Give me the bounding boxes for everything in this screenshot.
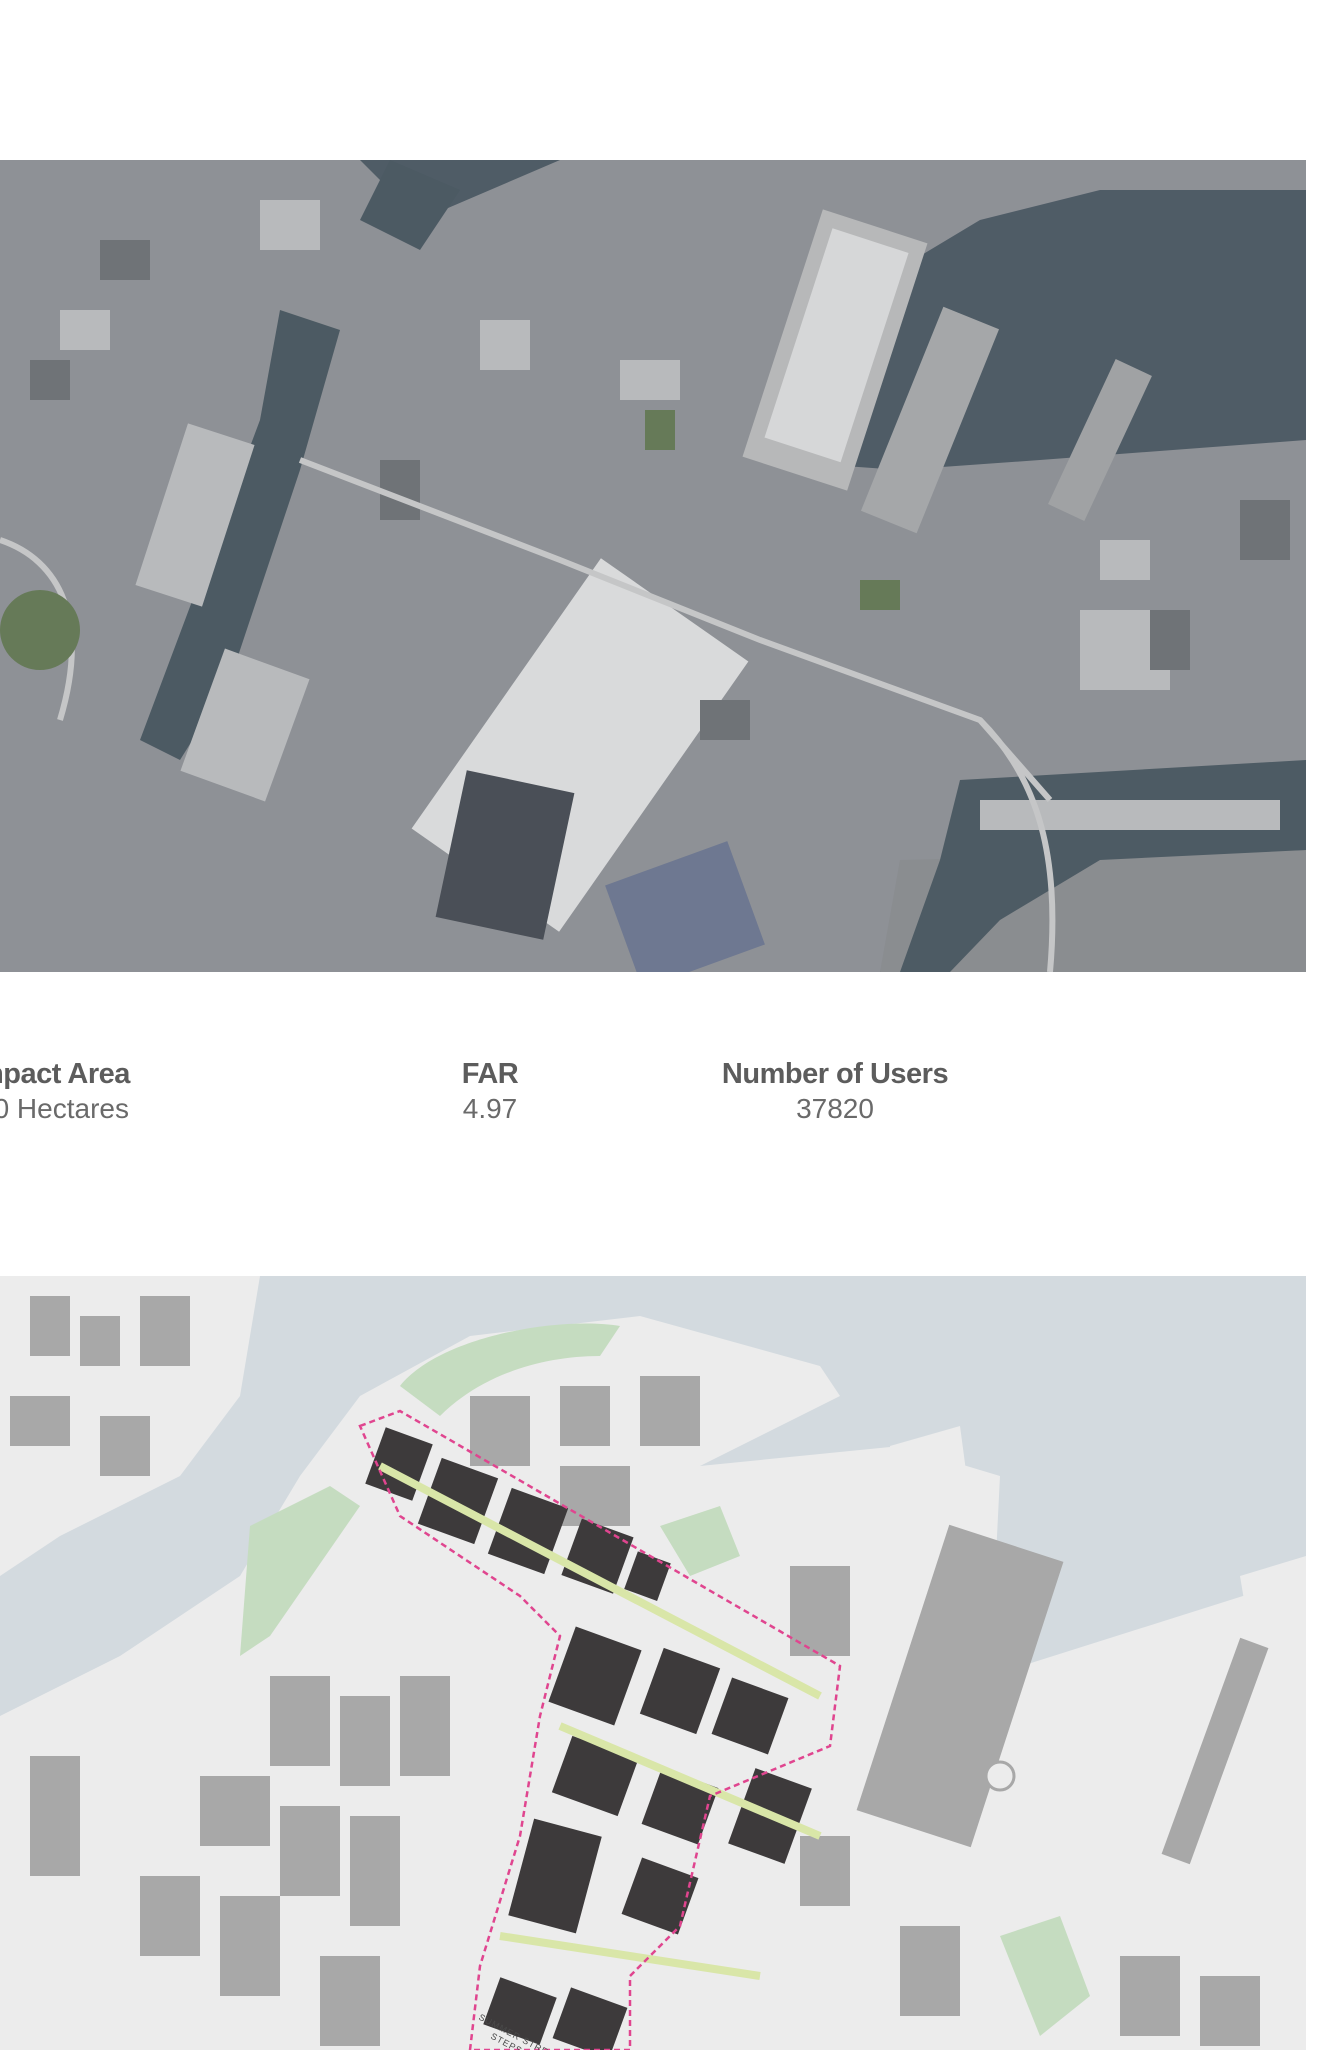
users-stat: Number of Users 37820: [680, 1058, 990, 1125]
impact-area-label: mpact Area: [0, 1058, 130, 1090]
far-value: 4.97: [462, 1093, 518, 1124]
site-plan-map: SUMMER STREET STEPS: [0, 1276, 1306, 2050]
users-value: 37820: [796, 1093, 874, 1124]
impact-area-value: 00 Hectares: [0, 1093, 129, 1124]
aerial-photo: [0, 160, 1306, 972]
far-label: FAR: [461, 1058, 519, 1090]
pier-circle: [984, 1760, 1016, 1792]
impact-area-stat: mpact Area 00 Hectares: [0, 1058, 130, 1125]
far-stat: FAR 4.97: [430, 1058, 550, 1125]
users-label: Number of Users: [721, 1058, 949, 1090]
